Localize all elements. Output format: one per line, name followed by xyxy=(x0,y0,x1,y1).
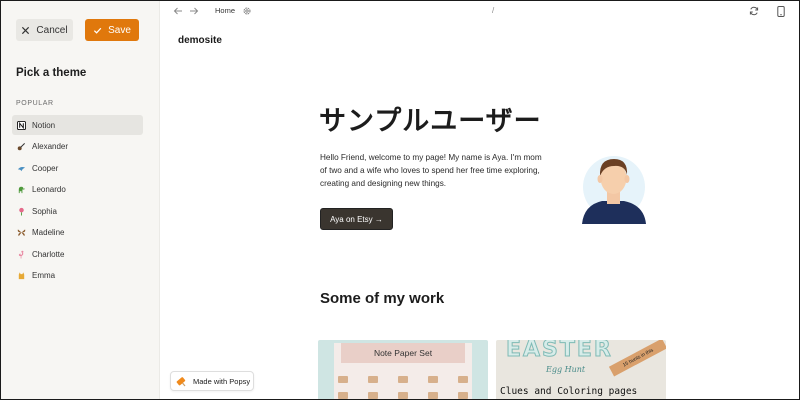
theme-item-sophia[interactable]: Sophia xyxy=(12,201,143,221)
mobile-preview-icon[interactable] xyxy=(777,6,785,17)
cat-icon xyxy=(16,271,26,281)
app-frame: Cancel Save Pick a theme POPULAR Notion … xyxy=(0,0,800,400)
flower-icon xyxy=(16,206,26,216)
made-with-popsy-badge[interactable]: Made with Popsy xyxy=(170,371,254,391)
hunts-tag: 15 hunts in this xyxy=(608,340,666,377)
guitar-icon xyxy=(16,142,26,152)
theme-label: Notion xyxy=(32,120,56,130)
theme-item-leonardo[interactable]: Leonardo xyxy=(12,180,143,200)
site-name: demosite xyxy=(178,35,222,46)
notion-icon xyxy=(16,120,26,130)
egg-hunt-subtitle: Egg Hunt xyxy=(546,365,586,374)
section-label-popular: POPULAR xyxy=(16,100,54,107)
popsy-logo-icon xyxy=(176,377,186,387)
theme-item-charlotte[interactable]: Charlotte xyxy=(12,244,143,264)
avatar-illustration xyxy=(582,156,646,224)
flamingo-icon xyxy=(16,249,26,259)
theme-label: Alexander xyxy=(32,142,69,151)
hero-text: Hello Friend, welcome to my page! My nam… xyxy=(320,153,542,188)
dinosaur-icon xyxy=(16,185,26,195)
section-title-work: Some of my work xyxy=(320,290,445,307)
gear-icon[interactable] xyxy=(242,6,252,16)
page-selector-home[interactable]: Home xyxy=(215,6,235,15)
badge-label: Made with Popsy xyxy=(193,376,251,386)
sidebar-title: Pick a theme xyxy=(16,67,87,79)
save-button[interactable]: Save xyxy=(85,19,139,41)
sticker-row xyxy=(328,392,478,399)
etsy-link-button[interactable]: Aya on Etsy → xyxy=(320,208,393,230)
theme-label: Emma xyxy=(32,271,56,280)
refresh-icon[interactable] xyxy=(749,6,759,16)
check-icon xyxy=(94,27,102,34)
easter-title: EASTER xyxy=(506,340,613,363)
card-caption: Clues and Coloring pages xyxy=(500,386,638,397)
forward-arrow-icon[interactable] xyxy=(189,6,199,16)
theme-sidebar: Cancel Save Pick a theme POPULAR Notion … xyxy=(1,1,160,399)
theme-label: Cooper xyxy=(32,163,59,173)
card-title: Note Paper Set xyxy=(341,343,465,363)
butterfly-icon xyxy=(16,228,26,238)
theme-item-notion[interactable]: Notion xyxy=(12,115,143,135)
save-label: Save xyxy=(108,24,131,36)
close-icon xyxy=(22,26,30,34)
theme-item-alexander[interactable]: Alexander xyxy=(12,137,143,157)
cancel-label: Cancel xyxy=(36,24,68,36)
theme-label: Sophia xyxy=(32,206,57,216)
theme-label: Leonardo xyxy=(32,185,66,194)
theme-label: Madeline xyxy=(32,228,65,237)
theme-item-emma[interactable]: Emma xyxy=(12,266,143,286)
back-arrow-icon[interactable] xyxy=(173,6,183,16)
theme-list: Notion Alexander Cooper Leonardo Sophia … xyxy=(12,115,143,287)
hero-title: サンプルユーザー xyxy=(319,106,542,136)
theme-item-cooper[interactable]: Cooper xyxy=(12,158,143,178)
theme-item-madeline[interactable]: Madeline xyxy=(12,223,143,243)
url-path: / xyxy=(492,6,495,15)
dolphin-icon xyxy=(16,163,26,173)
work-card-easter[interactable]: EASTER Egg Hunt 15 hunts in this Clues a… xyxy=(496,340,666,399)
sticker-row xyxy=(328,376,478,384)
cancel-button[interactable]: Cancel xyxy=(16,19,73,41)
work-card-note-paper[interactable]: Note Paper Set xyxy=(318,340,488,399)
theme-label: Charlotte xyxy=(32,249,65,259)
